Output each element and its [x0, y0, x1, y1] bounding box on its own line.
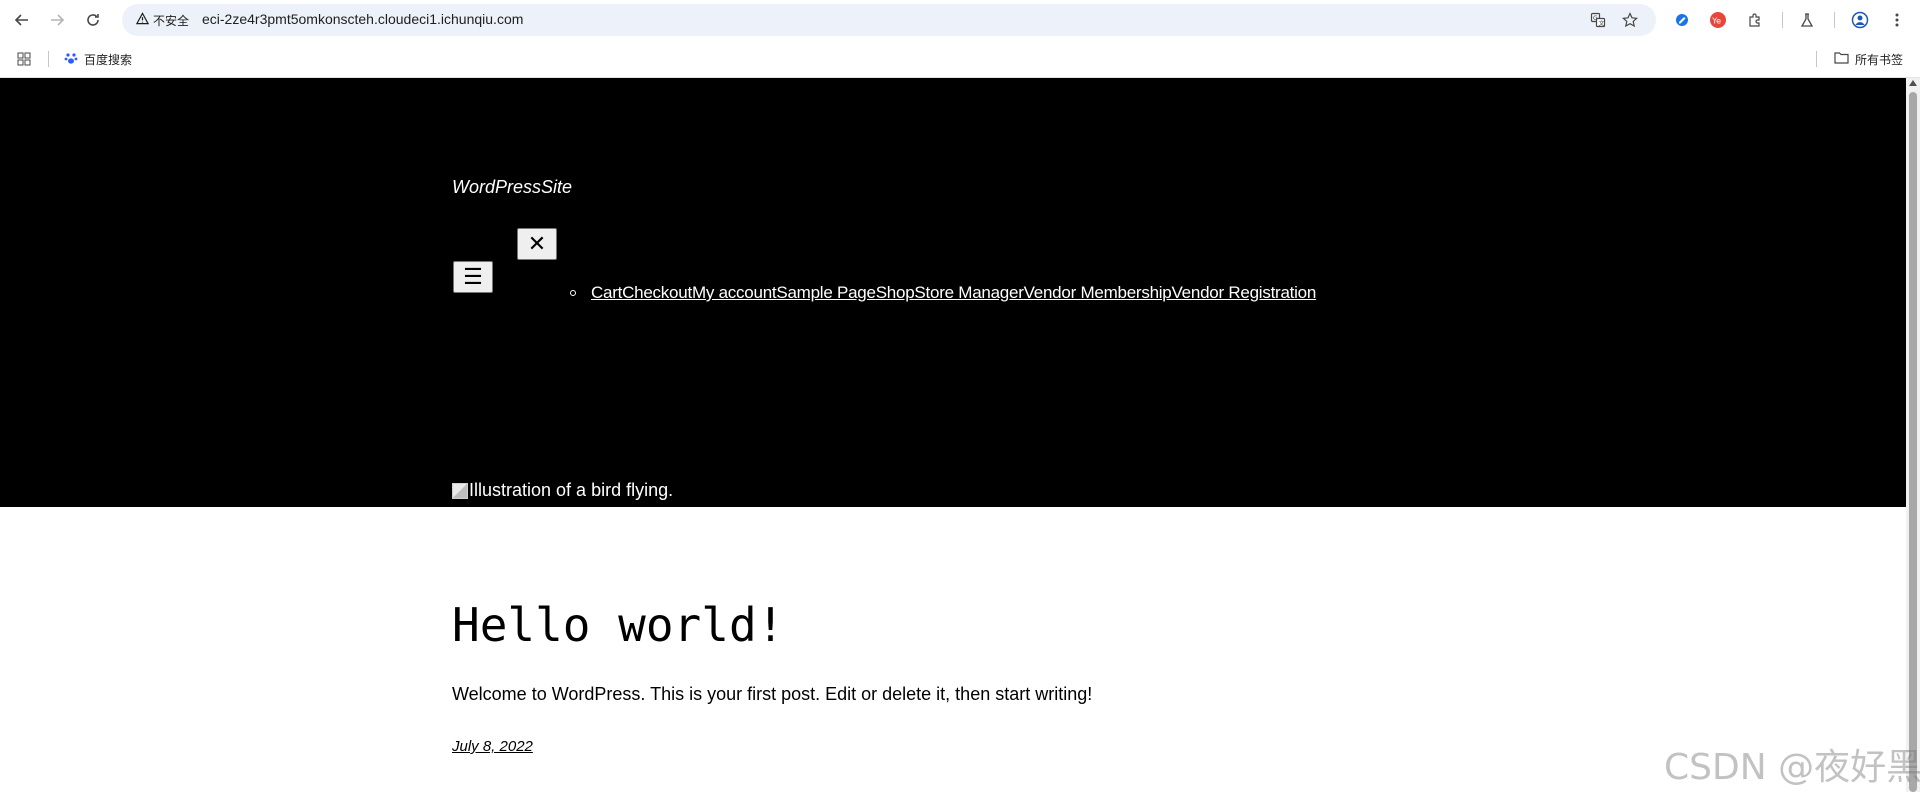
- hamburger-icon: ☰: [463, 264, 483, 289]
- address-bar[interactable]: 不安全 eci-2ze4r3pmt5omkonscteh.cloudeci1.i…: [122, 4, 1656, 36]
- baidu-paw-icon: [64, 51, 78, 68]
- bookmarks-divider: [48, 51, 49, 67]
- browser-menu-icon[interactable]: [1885, 8, 1909, 32]
- scroll-up-arrow-icon[interactable]: [1909, 80, 1917, 86]
- post-title[interactable]: Hello world!: [452, 598, 784, 652]
- list-bullet: [570, 290, 576, 296]
- security-label: 不安全: [153, 13, 190, 28]
- hero-image-broken: Illustration of a bird flying.: [452, 480, 673, 501]
- bookmark-label: 百度搜索: [84, 52, 133, 67]
- warning-icon: [135, 12, 150, 28]
- toolbar-divider: [1782, 12, 1783, 28]
- menu-open-button[interactable]: ☰: [453, 261, 493, 293]
- extension-ye-icon[interactable]: Ye: [1706, 8, 1730, 32]
- nav-link-sample-page[interactable]: Sample Page: [776, 283, 876, 303]
- back-icon[interactable]: [7, 5, 37, 35]
- broken-image-icon: [452, 482, 468, 499]
- extensions-puzzle-icon[interactable]: [1743, 8, 1767, 32]
- nav-link-my-account[interactable]: My account: [692, 283, 777, 303]
- post-excerpt: Welcome to WordPress. This is your first…: [452, 684, 1093, 704]
- apps-grid-icon[interactable]: [17, 49, 31, 69]
- nav-link-vendor-membership[interactable]: Vendor Membership: [1024, 283, 1172, 303]
- labs-flask-icon[interactable]: [1795, 8, 1819, 32]
- toolbar-divider: [1834, 12, 1835, 28]
- profile-icon[interactable]: [1848, 8, 1872, 32]
- extension-badge-text: Ye: [1711, 16, 1721, 25]
- bookmarks-divider: [1816, 51, 1817, 67]
- nav-link-shop[interactable]: Shop: [876, 283, 915, 303]
- scroll-thumb[interactable]: [1909, 92, 1917, 792]
- browser-toolbar: 不安全 eci-2ze4r3pmt5omkonscteh.cloudeci1.i…: [0, 0, 1920, 40]
- nav-link-cart[interactable]: Cart: [591, 283, 622, 303]
- menu-close-button[interactable]: ✕: [517, 228, 557, 260]
- svg-text:文: 文: [1599, 20, 1605, 28]
- close-icon: ✕: [527, 231, 547, 256]
- site-header: WordPressSite ☰ ✕ Cart Checkout My accou…: [0, 78, 1906, 507]
- translate-icon[interactable]: G文: [1588, 10, 1608, 30]
- bookmarks-bar: 百度搜索 所有书签: [0, 40, 1920, 78]
- post-date[interactable]: July 8, 2022: [452, 738, 533, 755]
- url-text[interactable]: eci-2ze4r3pmt5omkonscteh.cloudeci1.ichun…: [202, 11, 523, 27]
- extension-edit-icon[interactable]: [1670, 8, 1694, 32]
- page-viewport: WordPressSite ☰ ✕ Cart Checkout My accou…: [0, 78, 1906, 792]
- all-bookmarks[interactable]: 所有书签: [1834, 49, 1903, 69]
- scrollbar[interactable]: [1906, 78, 1920, 792]
- hero-image-alt: Illustration of a bird flying.: [469, 480, 674, 500]
- nav-link-store-manager[interactable]: Store Manager: [914, 283, 1023, 303]
- star-icon[interactable]: [1620, 10, 1640, 30]
- forward-icon[interactable]: [42, 5, 72, 35]
- primary-navigation: Cart Checkout My account Sample Page Sho…: [570, 283, 1316, 303]
- folder-icon: [1834, 51, 1849, 67]
- watermark: CSDN @夜好黑: [1664, 747, 1920, 788]
- svg-text:G: G: [1593, 15, 1598, 22]
- site-title[interactable]: WordPressSite: [452, 177, 572, 198]
- nav-link-checkout[interactable]: Checkout: [622, 283, 692, 303]
- bookmark-baidu[interactable]: 百度搜索: [64, 49, 132, 69]
- reload-icon[interactable]: [78, 5, 108, 35]
- nav-link-vendor-registration[interactable]: Vendor Registration: [1172, 283, 1317, 303]
- all-bookmarks-label: 所有书签: [1855, 52, 1904, 67]
- security-chip[interactable]: 不安全: [128, 8, 197, 32]
